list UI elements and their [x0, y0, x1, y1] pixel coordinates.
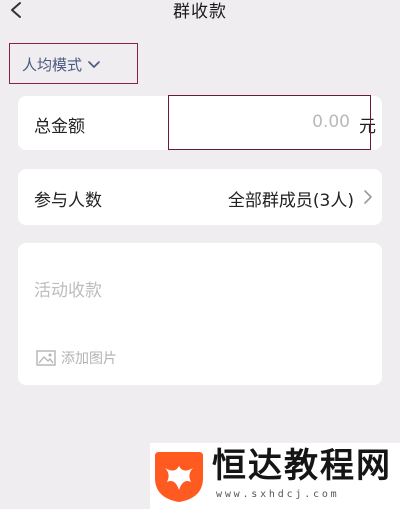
chevron-right-icon	[364, 190, 372, 204]
watermark-logo	[155, 452, 203, 502]
watermark: 恒达教程网 www.sxhdcj.com	[150, 443, 400, 509]
amount-highlight-box	[168, 95, 371, 150]
header-bar: 群收款	[0, 0, 400, 30]
amount-label: 总金额	[34, 117, 85, 137]
add-image-label: 添加图片	[61, 351, 117, 367]
mode-selector[interactable]: 人均模式	[22, 52, 100, 76]
chevron-down-icon	[88, 61, 100, 68]
add-image-button[interactable]: 添加图片	[36, 348, 117, 368]
watermark-text: 恒达教程网	[212, 446, 392, 486]
members-label: 参与人数	[34, 191, 102, 211]
watermark-url: www.sxhdcj.com	[216, 489, 340, 500]
page-title: 群收款	[173, 2, 227, 22]
members-card[interactable]: 参与人数 全部群成员(3人)	[18, 169, 382, 225]
mode-label: 人均模式	[22, 55, 83, 74]
members-value[interactable]: 全部群成员(3人)	[228, 186, 354, 211]
image-icon	[36, 350, 56, 366]
description-input[interactable]: 活动收款	[34, 276, 102, 301]
description-card: 活动收款 添加图片	[18, 243, 382, 385]
